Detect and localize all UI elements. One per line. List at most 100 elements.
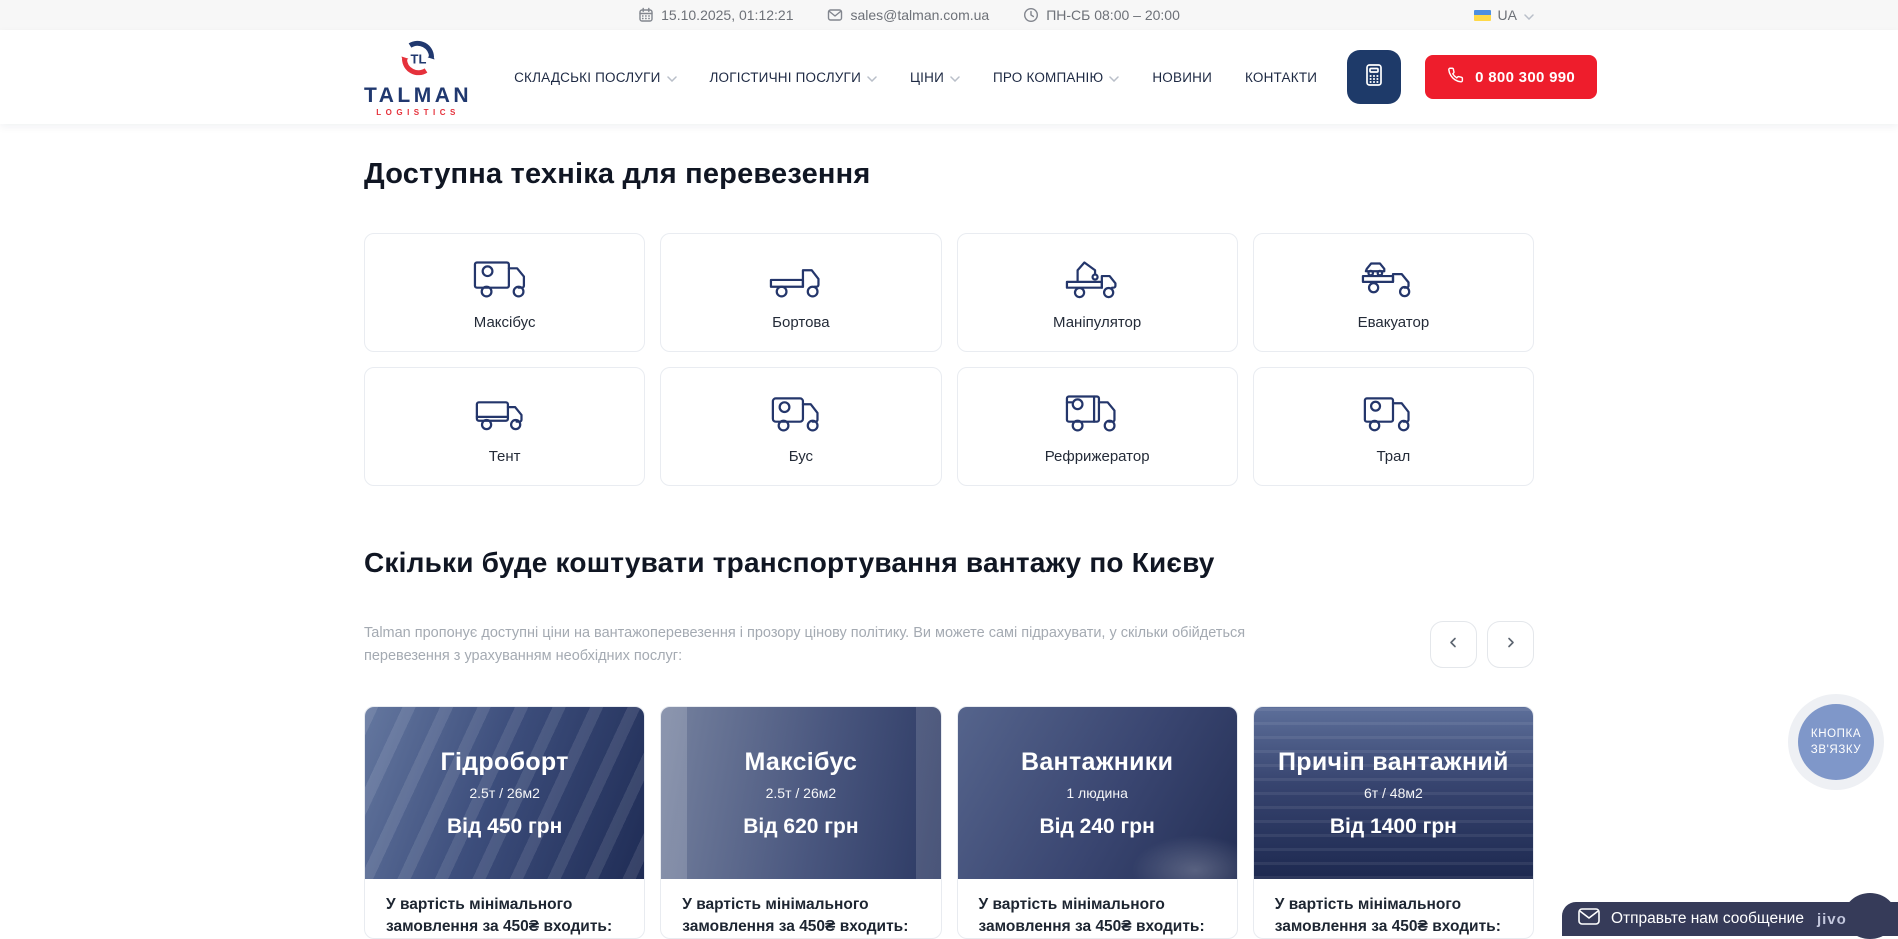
chevron-down-icon — [1109, 70, 1119, 85]
vehicles-section-title: Доступна техніка для перевезення — [364, 158, 1534, 191]
price-card-price: Від 1400 грн — [1330, 815, 1457, 839]
price-card-spec: 2.5т / 26м2 — [469, 785, 540, 801]
carousel-next-button[interactable] — [1487, 621, 1534, 668]
menu-label: НОВИНИ — [1152, 70, 1212, 85]
datetime: 15.10.2025, 01:12:21 — [638, 7, 793, 23]
callback-label-line1: КНОПКА — [1811, 726, 1861, 742]
price-card-photo: Максібус 2.5т / 26м2 Від 620 грн — [661, 707, 940, 879]
ukraine-flag-icon — [1474, 10, 1491, 21]
chat-widget[interactable]: Отправьте нам сообщение jivo — [1562, 902, 1898, 936]
envelope-icon — [827, 7, 843, 23]
carousel-controls — [1430, 621, 1534, 668]
price-card-spec: 2.5т / 26м2 — [766, 785, 837, 801]
vehicle-grid: Максібус Бортова Маніпулятор — [364, 233, 1534, 486]
menu-label: ЛОГІСТИЧНІ ПОСЛУГИ — [710, 70, 861, 85]
menu-item-news[interactable]: НОВИНИ — [1152, 70, 1212, 85]
pricing-section-title: Скільки буде коштувати транспортування в… — [364, 547, 1534, 579]
trawl-truck-icon — [1361, 389, 1425, 435]
chevron-right-icon — [1504, 636, 1517, 654]
price-card-price: Від 620 грн — [743, 815, 858, 839]
vehicle-label: Маніпулятор — [1053, 314, 1141, 331]
menu-item-about[interactable]: ПРО КОМПАНІЮ — [993, 70, 1119, 85]
logo-title: TALMAN — [364, 85, 472, 106]
working-hours: ПН-СБ 08:00 – 20:00 — [1023, 7, 1180, 23]
vehicle-label: Рефрижератор — [1045, 448, 1150, 465]
crane-truck-icon — [1065, 255, 1129, 301]
pricing-description: Talman пропонує доступні ціни на вантажо… — [364, 622, 1274, 668]
price-card-price: Від 240 грн — [1039, 815, 1154, 839]
menu-label: ПРО КОМПАНІЮ — [993, 70, 1103, 85]
chevron-down-icon — [867, 70, 877, 85]
chat-envelope-icon — [1578, 908, 1600, 930]
vehicle-label: Бус — [789, 448, 813, 465]
calculator-button[interactable] — [1347, 50, 1401, 104]
callback-label-line2: ЗВ'ЯЗКУ — [1811, 742, 1861, 758]
vehicle-card-flatbed[interactable]: Бортова — [660, 233, 941, 352]
navbar: TL TALMAN LOGISTICS СКЛАДСЬКІ ПОСЛУГИ ЛО… — [0, 30, 1898, 124]
price-card-loaders: Вантажники 1 людина Від 240 грн У вартіс… — [957, 706, 1238, 939]
carousel-prev-button[interactable] — [1430, 621, 1477, 668]
language-selector[interactable]: UA — [1474, 7, 1534, 23]
phone-icon — [1447, 66, 1465, 88]
menu-item-warehouse[interactable]: СКЛАДСЬКІ ПОСЛУГИ — [514, 70, 676, 85]
menu-item-contacts[interactable]: КОНТАКТИ — [1245, 70, 1317, 85]
callback-button[interactable]: КНОПКА ЗВ'ЯЗКУ — [1788, 694, 1884, 790]
vehicle-card-tent[interactable]: Тент — [364, 367, 645, 486]
email-link[interactable]: sales@talman.com.ua — [827, 7, 989, 23]
email-text: sales@talman.com.ua — [850, 7, 989, 23]
vehicle-card-crane[interactable]: Маніпулятор — [957, 233, 1238, 352]
vehicle-label: Бортова — [772, 314, 829, 331]
tent-truck-icon — [473, 389, 537, 435]
reefer-truck-icon — [1065, 389, 1129, 435]
calculator-icon — [1361, 62, 1387, 93]
menu-label: КОНТАКТИ — [1245, 70, 1317, 85]
jivo-logo: jivo — [1817, 911, 1847, 928]
price-card-price: Від 450 грн — [447, 815, 562, 839]
svg-text:TL: TL — [411, 51, 427, 66]
price-card-carousel: Гідроборт 2.5т / 26м2 Від 450 грн У варт… — [364, 706, 1534, 939]
language-code: UA — [1498, 7, 1517, 23]
price-card-hydroboard: Гідроборт 2.5т / 26м2 Від 450 грн У варт… — [364, 706, 645, 939]
tow-truck-icon — [1361, 255, 1425, 301]
vehicle-card-maxibus[interactable]: Максібус — [364, 233, 645, 352]
vehicle-card-tow[interactable]: Евакуатор — [1253, 233, 1534, 352]
vehicle-label: Максібус — [474, 314, 536, 331]
logo-icon: TL — [398, 38, 438, 82]
menu-item-logistics[interactable]: ЛОГІСТИЧНІ ПОСЛУГИ — [710, 70, 877, 85]
clock-icon — [1023, 7, 1039, 23]
price-card-title: Максібус — [744, 748, 857, 777]
menu-label: СКЛАДСЬКІ ПОСЛУГИ — [514, 70, 660, 85]
price-card-photo: Гідроборт 2.5т / 26м2 Від 450 грн — [365, 707, 644, 879]
main-menu: СКЛАДСЬКІ ПОСЛУГИ ЛОГІСТИЧНІ ПОСЛУГИ ЦІН… — [514, 70, 1317, 85]
phone-number: 0 800 300 990 — [1475, 69, 1575, 86]
vehicle-card-reefer[interactable]: Рефрижератор — [957, 367, 1238, 486]
vehicle-card-trawl[interactable]: Трал — [1253, 367, 1534, 486]
calendar-icon — [638, 7, 654, 23]
vehicle-card-bus[interactable]: Бус — [660, 367, 941, 486]
logo-subtitle: LOGISTICS — [376, 109, 460, 117]
phone-button[interactable]: 0 800 300 990 — [1425, 55, 1597, 99]
chevron-left-icon — [1447, 636, 1460, 654]
price-card-note: У вартість мінімального замовлення за 45… — [365, 879, 644, 938]
price-card-maxibus: Максібус 2.5т / 26м2 Від 620 грн У варті… — [660, 706, 941, 939]
vehicle-label: Трал — [1376, 448, 1410, 465]
price-card-note: У вартість мінімального замовлення за 45… — [1254, 879, 1533, 938]
menu-item-prices[interactable]: ЦІНИ — [910, 70, 960, 85]
logo[interactable]: TL TALMAN LOGISTICS — [364, 38, 472, 117]
flatbed-truck-icon — [769, 255, 833, 301]
price-card-note: У вартість мінімального замовлення за 45… — [958, 879, 1237, 938]
price-card-title: Причіп вантажний — [1278, 748, 1509, 777]
price-card-spec: 1 людина — [1066, 785, 1128, 801]
price-card-title: Гідроборт — [441, 748, 569, 777]
price-card-note: У вартість мінімального замовлення за 45… — [661, 879, 940, 938]
price-card-spec: 6т / 48м2 — [1364, 785, 1423, 801]
chat-label: Отправьте нам сообщение — [1611, 910, 1804, 928]
price-card-photo: Вантажники 1 людина Від 240 грн — [958, 707, 1237, 879]
van-truck-icon — [769, 389, 833, 435]
vehicle-label: Тент — [489, 448, 521, 465]
box-truck-icon — [473, 255, 537, 301]
topbar: 15.10.2025, 01:12:21 sales@talman.com.ua… — [0, 0, 1898, 30]
chevron-down-icon — [950, 70, 960, 85]
vehicle-label: Евакуатор — [1358, 314, 1430, 331]
menu-label: ЦІНИ — [910, 70, 944, 85]
